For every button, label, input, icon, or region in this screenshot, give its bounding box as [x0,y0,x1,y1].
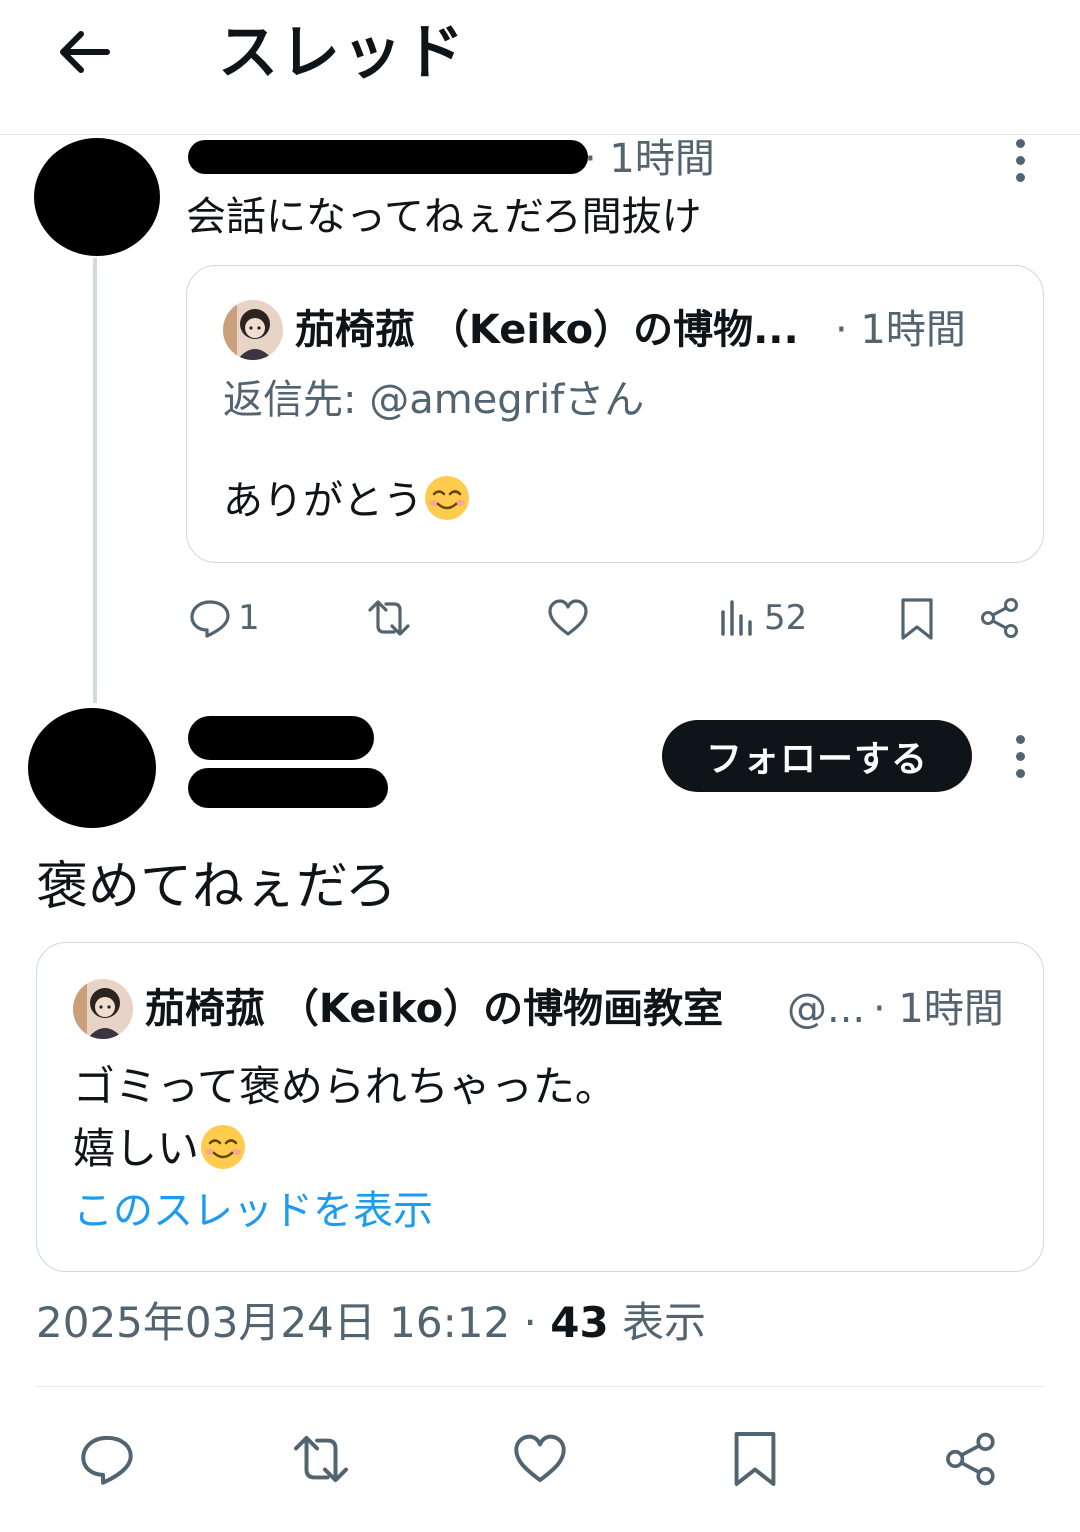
views-count: 52 [764,598,808,638]
share-icon [981,598,1018,638]
dot [1015,138,1025,148]
tweet-timestamp-row: 2025年03月24日 16:12 · 43 表示 [36,1297,706,1349]
views-button[interactable]: 52 [718,596,807,640]
share-button[interactable] [978,596,1022,640]
back-button[interactable] [52,20,116,84]
smiling-face-icon [201,1125,246,1169]
quoted-user-handle: @... [787,986,866,1032]
reply-icon [190,600,230,638]
dot [1015,768,1025,778]
divider [36,1386,1044,1387]
share-icon [946,1432,995,1486]
repost-button[interactable] [288,1430,354,1488]
quoted-avatar [73,979,133,1039]
tweet-text: 褒めてねぇだろ [36,857,397,917]
quoted-text-line-1: ゴミって褒められちゃった。 [73,1062,617,1111]
like-button[interactable] [510,1430,570,1488]
repost-icon [293,1435,349,1483]
arrow-left-icon [60,31,110,73]
quoted-time: · 1時間 [873,986,1004,1032]
show-thread-link[interactable]: このスレッドを表示 [73,1187,433,1235]
redacted-user-handle [188,768,388,808]
quoted-tweet-card[interactable]: 茄椅菰 （Keiko）の博物... · 1時間 返信先: @amegrifさん … [186,265,1044,563]
more-options-button[interactable] [1000,726,1040,786]
dot [1015,734,1025,744]
like-button[interactable] [546,596,590,640]
thread-connector-line [93,258,97,703]
redacted-user-name [188,716,374,760]
tweet-text: 会話になってねぇだろ間抜け [186,194,702,240]
page-title: スレッド [218,18,466,88]
dot [1015,155,1025,165]
reply-to-label: 返信先: @amegrifさん [223,377,645,423]
views-count[interactable]: 43 [550,1298,608,1347]
quoted-text-line-2: 嬉しい [73,1124,200,1173]
dot [1015,751,1025,761]
more-options-button[interactable] [1000,130,1040,190]
smiling-face-icon [425,476,469,520]
quoted-text: ありがとう [223,478,423,524]
quoted-avatar [223,300,283,360]
tweet-time: · 1時間 [584,136,715,182]
quoted-user-name: 茄椅菰 （Keiko）の博物... [295,307,799,353]
quoted-time: · 1時間 [835,307,966,353]
tweet-timestamp: 2025年03月24日 16:12 · [36,1298,551,1347]
reply-button[interactable]: 1 [188,596,260,640]
dot [1015,172,1025,182]
avatar-redacted[interactable] [34,138,160,256]
bookmark-button[interactable] [898,596,936,642]
top-bar: スレッド [0,0,1080,135]
analytics-icon [721,600,752,636]
reply-button[interactable] [78,1430,136,1488]
quoted-text-row: ありがとう [223,474,471,525]
views-label: 表示 [608,1298,707,1347]
redacted-user-name [188,140,588,174]
avatar-illustration-icon [73,979,133,1039]
repost-button[interactable] [364,596,414,640]
heart-icon [548,599,588,636]
quoted-text-row: 嬉しい [73,1123,247,1173]
follow-button[interactable]: フォローする [662,720,972,792]
bookmark-icon [901,598,933,640]
repost-icon [368,600,410,636]
reply-icon [81,1435,133,1485]
heart-icon [514,1434,566,1483]
share-button[interactable] [942,1430,1000,1488]
quoted-tweet-card[interactable]: 茄椅菰 （Keiko）の博物画教室 @... · 1時間 ゴミって褒められちゃっ… [36,942,1044,1272]
bookmark-button[interactable] [730,1428,780,1490]
avatar-redacted[interactable] [28,708,156,828]
avatar-illustration-icon [223,300,283,360]
reply-count: 1 [238,598,260,638]
bookmark-icon [734,1432,776,1486]
quoted-user-name: 茄椅菰 （Keiko）の博物画教室 [145,986,724,1032]
